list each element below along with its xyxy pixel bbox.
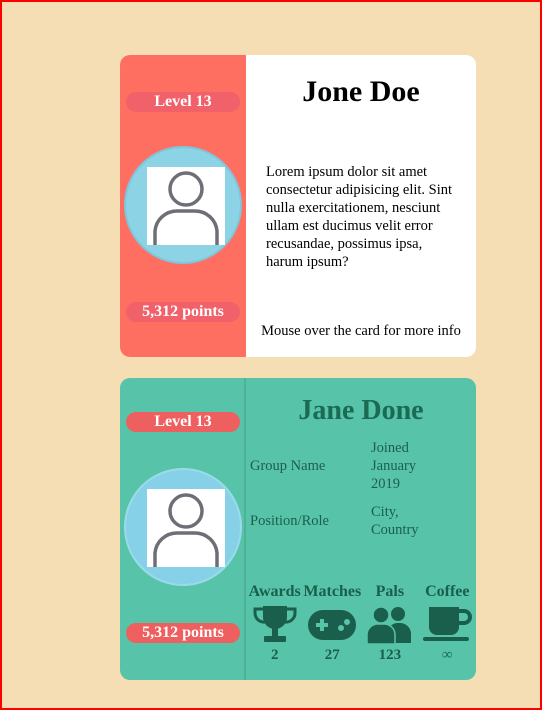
- avatar: [124, 146, 242, 264]
- stat-label: Awards: [248, 583, 301, 600]
- stat-value: 2: [270, 647, 279, 663]
- user-name: Jone Doe: [302, 75, 420, 108]
- stat-label: Pals: [375, 583, 405, 600]
- stat-value: 27: [324, 647, 340, 663]
- level-badge: Level 13: [126, 412, 240, 432]
- profile-card-details[interactable]: Level 13 5,312 points Jane Done Group Na…: [120, 378, 476, 680]
- trophy-icon: [246, 603, 303, 647]
- card-content: Jane Done Group Name Joined January 2019…: [246, 378, 476, 680]
- coffee-icon: [419, 603, 476, 647]
- joined-date: Joined January 2019: [371, 440, 417, 492]
- stat-coffee: Coffee ∞: [419, 583, 476, 664]
- points-badge: 5,312 points: [126, 302, 240, 322]
- stat-label: Matches: [303, 583, 362, 600]
- user-name: Jane Done: [298, 395, 424, 426]
- stats-row: Awards 2 Matches 27 Pals 123 Coffee ∞: [246, 583, 476, 664]
- level-badge: Level 13: [126, 92, 240, 112]
- stat-pals: Pals 123: [361, 583, 418, 664]
- avatar: [124, 468, 242, 586]
- user-description: Lorem ipsum dolor sit amet consectetur a…: [266, 164, 453, 270]
- card-sidebar: Level 13 5,312 points: [120, 378, 246, 680]
- position-role: Position/Role: [250, 513, 329, 529]
- user-icon: [147, 167, 225, 245]
- card-sidebar: Level 13 5,312 points: [120, 55, 246, 357]
- points-badge: 5,312 points: [126, 623, 240, 643]
- stat-value: 123: [378, 647, 402, 663]
- group-name: Group Name: [250, 458, 326, 474]
- profile-card-front[interactable]: Level 13 5,312 points Jone Doe Lorem ips…: [120, 55, 476, 357]
- user-icon: [147, 489, 225, 567]
- card-content: Jone Doe Lorem ipsum dolor sit amet cons…: [246, 55, 476, 357]
- stat-awards: Awards 2: [246, 583, 303, 664]
- stat-value: ∞: [441, 647, 453, 663]
- page: { "card1": { "level": "Level 13", "point…: [0, 0, 542, 710]
- users-icon: [361, 603, 418, 647]
- location: City, Country: [371, 504, 419, 538]
- gamepad-icon: [303, 603, 361, 647]
- hover-hint: Mouse over the card for more info: [261, 323, 461, 339]
- stat-label: Coffee: [425, 583, 470, 600]
- stat-matches: Matches 27: [303, 583, 361, 664]
